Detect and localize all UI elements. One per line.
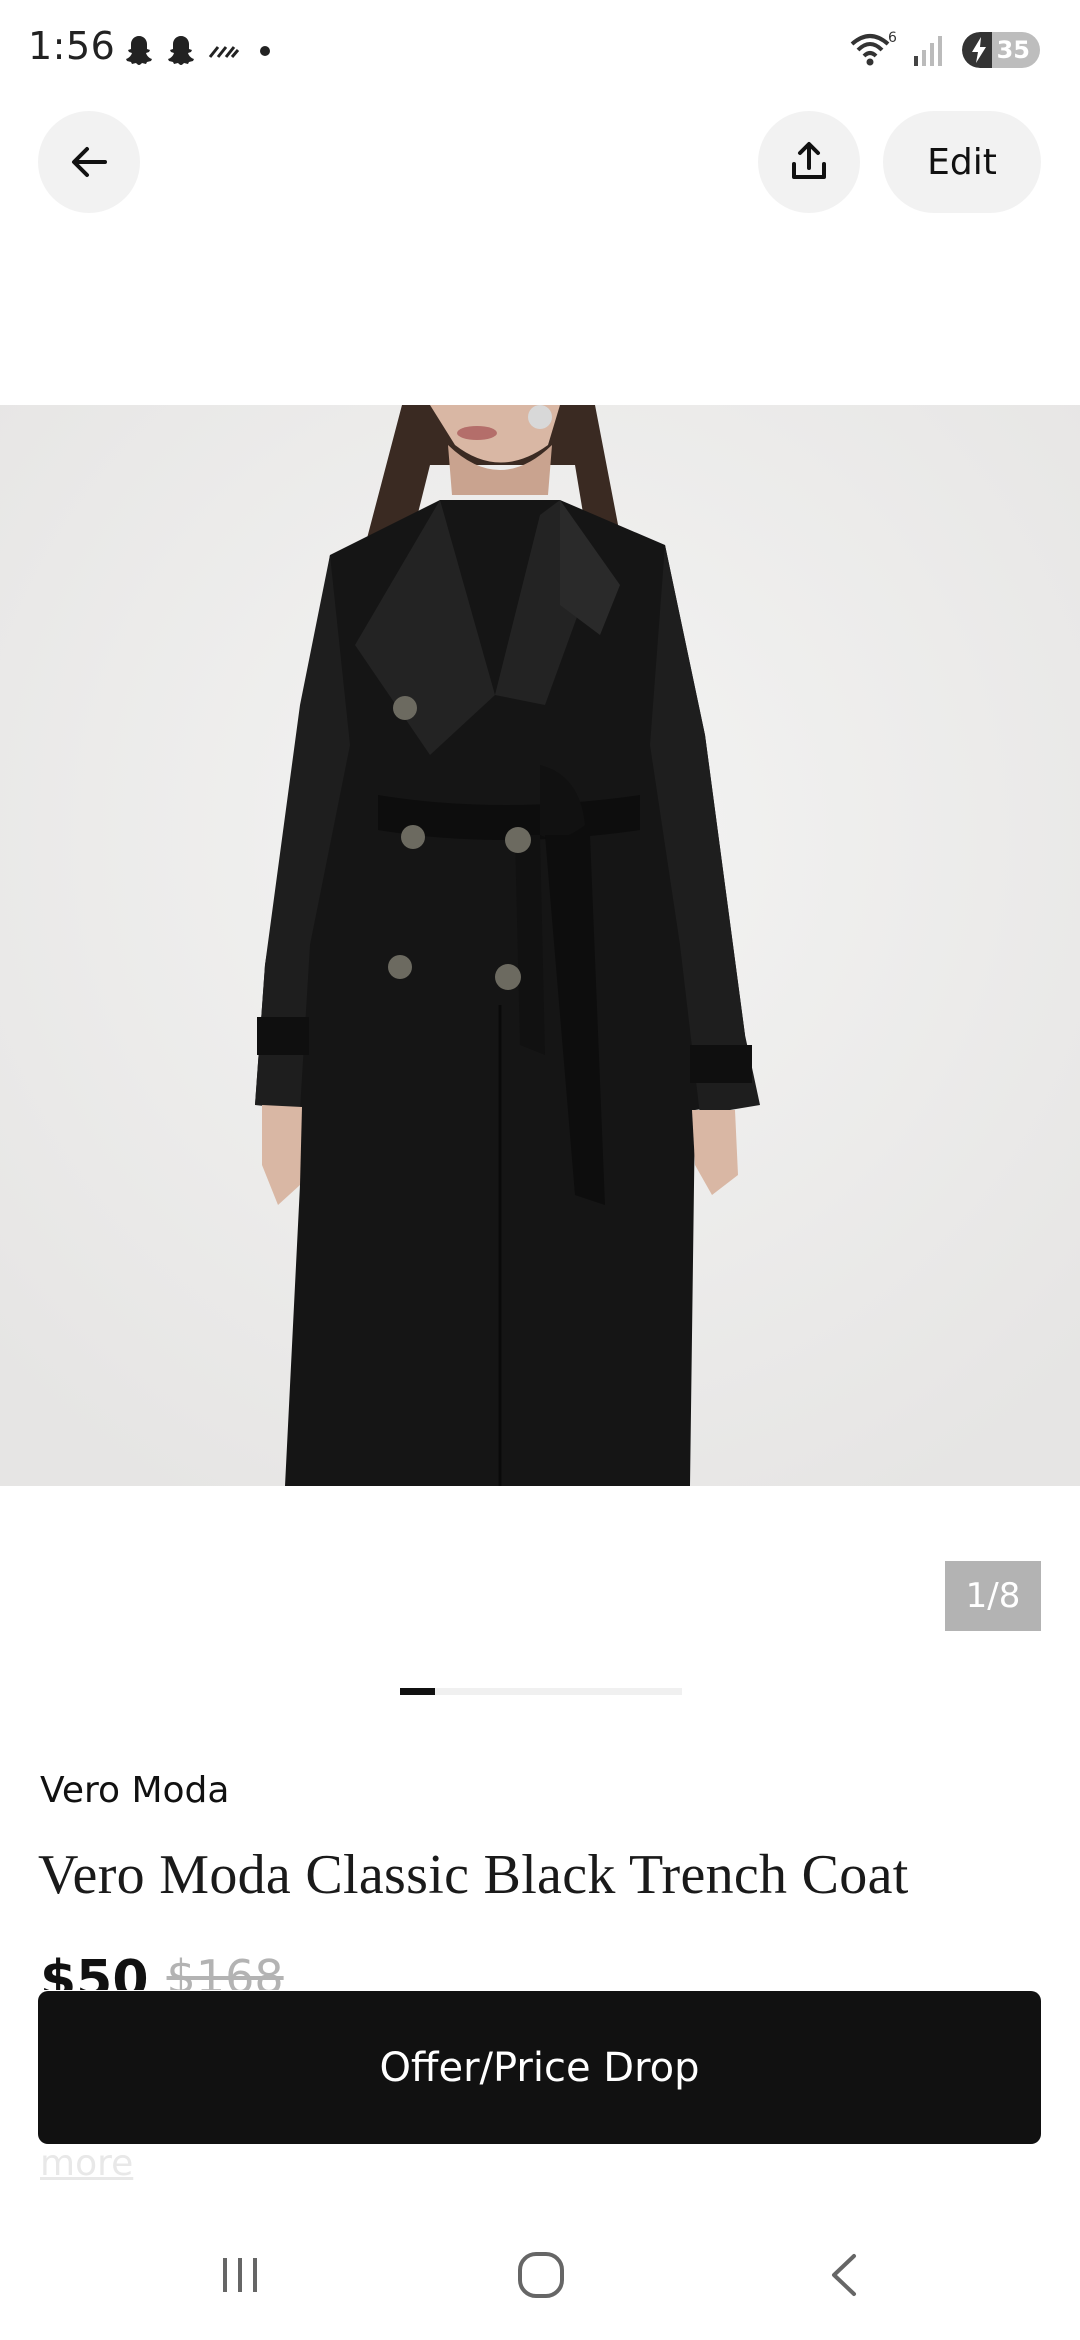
back-nav-button[interactable] (810, 2240, 880, 2310)
share-icon (792, 142, 826, 179)
image-counter-badge: 1/8 (945, 1561, 1041, 1631)
arrow-left-icon (72, 147, 107, 177)
system-navigation-bar (0, 2210, 1080, 2340)
original-price: $168 (166, 1950, 284, 1990)
status-time: 1:56 (28, 24, 116, 68)
svg-text:6: 6 (888, 30, 897, 46)
charging-bolt-icon (972, 37, 986, 63)
recent-apps-button[interactable] (205, 2240, 275, 2310)
price-row: $50 $168 (40, 1950, 640, 1990)
gallery-progress-fill (400, 1688, 436, 1695)
snapchat-icon (126, 36, 152, 65)
current-price: $50 (40, 1950, 149, 1990)
edit-button[interactable]: Edit (883, 111, 1041, 213)
share-button[interactable] (758, 111, 860, 213)
notification-icons (122, 33, 280, 67)
data-saver-icon (208, 46, 240, 58)
dot-icon (260, 46, 270, 56)
wifi-icon: 6 (850, 30, 897, 66)
more-link[interactable]: more (40, 2143, 133, 2184)
chevron-left-icon (832, 2254, 856, 2296)
snapchat-icon (168, 36, 194, 65)
recent-apps-icon (223, 2258, 257, 2292)
brand-name[interactable]: Vero Moda (40, 1770, 229, 1811)
status-bar: 1:56 6 35 (0, 0, 1080, 100)
home-icon (518, 2252, 564, 2298)
signal-icon (914, 36, 942, 66)
product-title: Vero Moda Classic Black Trench Coat (38, 1844, 909, 1906)
product-photo-trench-coat (0, 405, 1080, 1486)
battery-indicator: 35 (962, 32, 1040, 68)
system-status-icons: 6 35 (848, 30, 1040, 70)
gallery-progress-track (400, 1688, 682, 1695)
home-button[interactable] (506, 2240, 576, 2310)
offer-price-drop-button[interactable]: Offer/Price Drop (38, 1991, 1041, 2144)
back-button[interactable] (38, 111, 140, 213)
product-image[interactable] (0, 405, 1080, 1486)
battery-level: 35 (996, 36, 1030, 64)
